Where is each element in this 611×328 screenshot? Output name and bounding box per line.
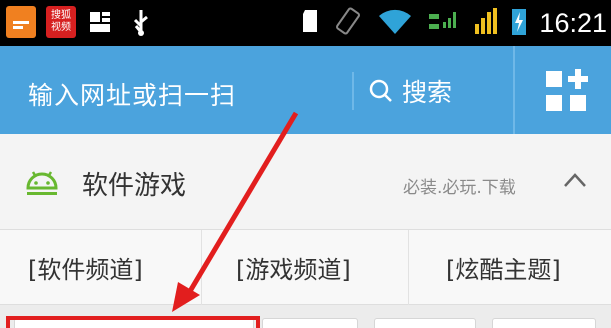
section-title: 软件游戏 [82,171,187,201]
sohu-video-icon: 搜狐 视频 [46,6,76,38]
search-label: 搜索 [402,78,453,107]
divider [201,230,202,305]
grid-icon [546,95,562,111]
menu-grid-button[interactable] [546,69,588,111]
search-button[interactable]: 搜索 [368,68,452,114]
app-tile[interactable] [374,318,476,328]
cell-signal-icon [473,6,499,40]
status-bar: 搜狐 视频 16:21 [0,0,611,46]
sohu-label-line1: 搜狐 [51,10,71,21]
battery-charging-icon [511,6,527,40]
android-icon [26,171,58,195]
divider [352,72,354,110]
channel-link-themes[interactable]: [炫酷主题] [446,250,561,285]
address-bar: 输入网址或扫一扫 搜索 [0,46,611,134]
status-time: 16:21 [539,7,607,38]
chevron-up-icon[interactable] [560,168,590,192]
channel-link-software[interactable]: [软件频道] [28,250,143,285]
plus-icon [568,69,588,89]
section-header[interactable]: 软件游戏 必装.必玩.下载 [0,134,611,230]
section-subtitle: 必装.必玩.下载 [403,178,516,198]
wifi-signal-icon [375,6,415,40]
notification-icons: 搜狐 视频 [6,5,156,39]
app-tile[interactable] [492,318,596,328]
wifi-app-icon [86,5,116,39]
sohu-label-line2: 视频 [51,22,71,33]
channel-row: [软件频道] [游戏频道] [炫酷主题] [0,230,611,305]
url-input[interactable]: 输入网址或扫一扫 [28,76,236,112]
grid-icon [570,95,586,111]
divider [408,230,409,305]
app-tile[interactable] [262,318,358,328]
rotation-lock-icon [333,6,363,40]
usb-icon [126,5,156,39]
system-status-icons: 16:21 [301,0,607,46]
channel-link-games[interactable]: [游戏频道] [236,250,351,285]
grid-icon [546,71,562,87]
annotation-highlight-box [6,316,260,328]
orange-app-icon [6,6,36,38]
sd-card-icon [301,8,321,38]
dual-sim-signal-icon [427,6,461,40]
divider [513,46,515,134]
search-icon [369,79,392,102]
